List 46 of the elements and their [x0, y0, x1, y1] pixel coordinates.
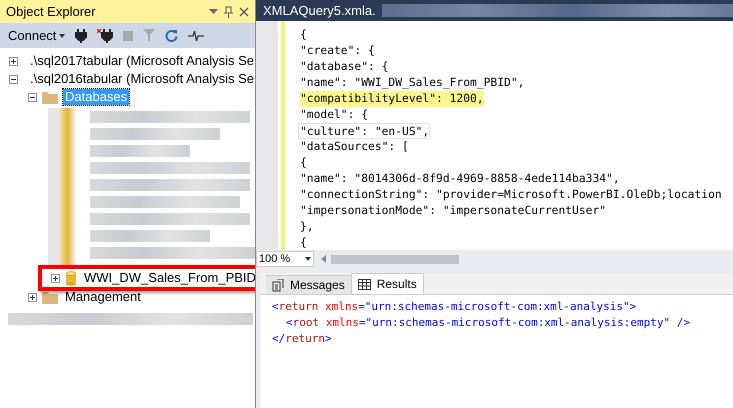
- xml-line: <root xmlns="urn:schemas-microsoft-com:xml-analysis:empty" />: [285, 315, 692, 331]
- code-line: "model": {: [300, 107, 368, 123]
- collapse-icon[interactable]: [9, 74, 18, 84]
- document-tab[interactable]: XMLAQuery5.xmla.: [259, 1, 380, 21]
- grid-icon: [358, 278, 371, 290]
- connect-button[interactable]: Connect: [8, 26, 66, 46]
- code-line: "dataSources": [: [300, 139, 409, 155]
- collapse-icon[interactable]: [28, 92, 37, 102]
- refresh-icon[interactable]: [165, 29, 178, 42]
- expand-icon[interactable]: [51, 274, 60, 282]
- tree-item[interactable]: Management: [63, 289, 143, 305]
- xml-line: </return>: [272, 331, 333, 347]
- code-line: },: [300, 219, 314, 235]
- folder-icon: [42, 90, 58, 104]
- tree-item[interactable]: .\sql2017tabular (Microsoft Analysis Se: [28, 53, 255, 69]
- code-line: {: [300, 155, 307, 171]
- xml-line: <return xmlns="urn:schemas-microsoft-com:xml-analysis">: [272, 299, 638, 315]
- activity-icon[interactable]: [188, 30, 204, 42]
- close-icon[interactable]: [239, 6, 249, 16]
- zoom-dropdown[interactable]: 100 %: [256, 251, 314, 267]
- code-line: "name": "8014306d-8f9d-4969-8858-4ede114ba334",: [300, 171, 620, 187]
- caret-icon: [305, 257, 311, 261]
- database-icon: [65, 270, 77, 286]
- dropdown-icon[interactable]: [209, 8, 218, 14]
- expand-icon[interactable]: [9, 56, 18, 66]
- code-line: "impersonationMode": "impersonateCurrentUser": [300, 203, 606, 219]
- disconnect-icon[interactable]: [97, 28, 114, 42]
- plug-icon[interactable]: [75, 28, 88, 42]
- pin-icon[interactable]: [224, 6, 233, 18]
- messages-icon: [272, 278, 284, 292]
- caret-icon: [59, 34, 66, 38]
- code-line: "name": "WWI_DW_Sales_From_PBID",: [300, 75, 524, 91]
- code-line: "connectionString": "provider=Microsoft.PowerBI.OleDb;location: [300, 187, 722, 203]
- panel-title: Object Explorer: [6, 2, 96, 21]
- code-line: {: [300, 235, 307, 250]
- results-tab[interactable]: Results: [350, 273, 424, 294]
- code-line: "database": {: [300, 59, 388, 75]
- tree-item[interactable]: .\sql2016tabular (Microsoft Analysis Se: [28, 71, 255, 87]
- expand-icon[interactable]: [28, 292, 37, 302]
- code-line: {: [300, 27, 307, 43]
- scroll-left-icon[interactable]: [321, 255, 326, 263]
- results-tab[interactable]: Messages: [266, 275, 351, 294]
- horizontal-scrollbar-thumb[interactable]: [331, 254, 459, 264]
- folder-icon: [42, 290, 58, 304]
- tree-item[interactable]: WWI_DW_Sales_From_PBID: [82, 270, 255, 286]
- code-line: "create": {: [300, 43, 375, 59]
